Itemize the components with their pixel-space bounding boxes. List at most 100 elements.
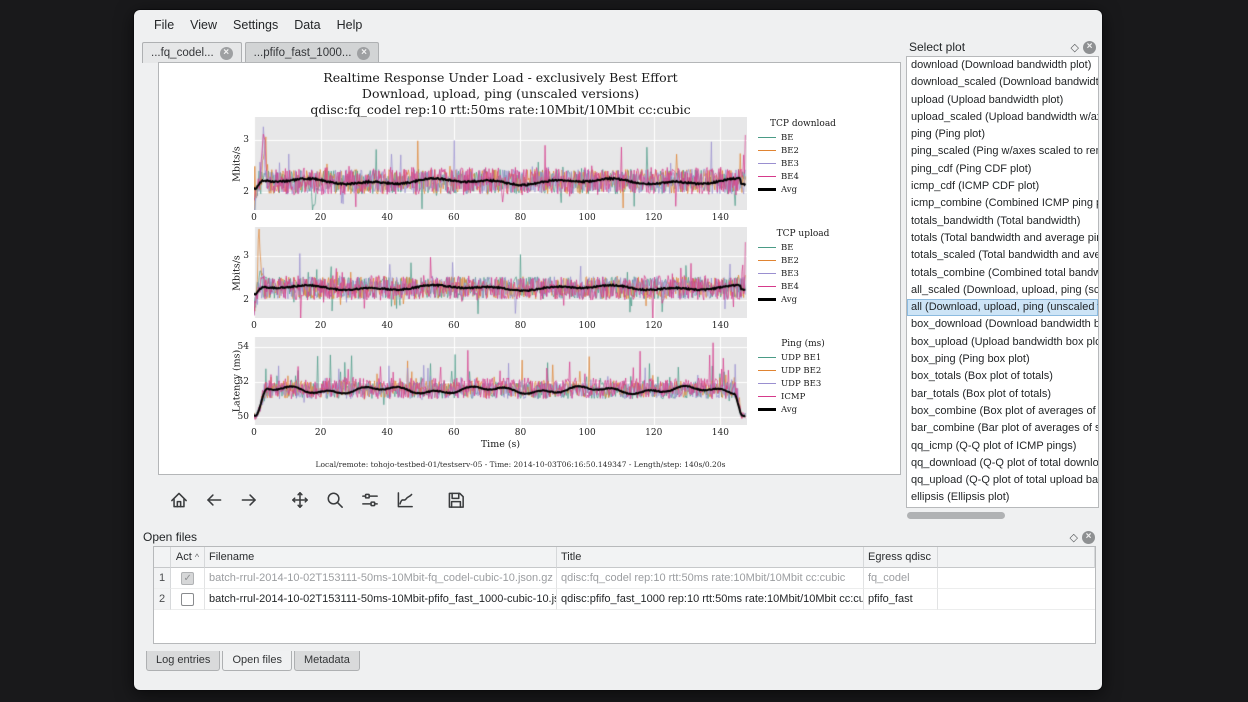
- zoom-icon: [324, 489, 346, 511]
- horizontal-scrollbar[interactable]: [906, 510, 1099, 521]
- legend-label: BE3: [781, 269, 799, 279]
- bottom-tab-strip: Log entriesOpen filesMetadata: [146, 651, 360, 671]
- title-cell[interactable]: qdisc:fq_codel rep:10 rtt:50ms rate:10Mb…: [557, 568, 864, 589]
- bottom-tab-open-files[interactable]: Open files: [222, 651, 292, 671]
- legend-label: BE: [781, 133, 793, 143]
- legend-line-sample: [758, 163, 776, 165]
- dock-close-icon[interactable]: ×: [1083, 41, 1096, 54]
- legend-line-sample: [758, 396, 776, 398]
- subplot-canvas-tcp-download[interactable]: [254, 117, 747, 210]
- plot-tab[interactable]: ...pfifo_fast_1000...×: [245, 42, 380, 63]
- legend-line-sample: [758, 357, 776, 359]
- save-button[interactable]: [441, 485, 471, 515]
- plot-list-item[interactable]: ping (Ping plot): [907, 126, 1098, 143]
- subplot-canvas-ping-ms-[interactable]: [254, 337, 747, 425]
- plot-list-item[interactable]: bar_combine (Bar plot of averages of sev…: [907, 420, 1098, 437]
- bottom-tab-log-entries[interactable]: Log entries: [146, 651, 220, 671]
- plot-list-item[interactable]: download_scaled (Download bandwidth w/ax…: [907, 74, 1098, 91]
- plot-list-item[interactable]: bar_totals (Box plot of totals): [907, 386, 1098, 403]
- legend-line-sample: [758, 286, 776, 288]
- plot-list-item[interactable]: icmp_combine (Combined ICMP ping plot): [907, 195, 1098, 212]
- menu-view[interactable]: View: [182, 14, 225, 36]
- plot-tab-bar: ...fq_codel...×...pfifo_fast_1000...×: [142, 41, 379, 63]
- legend-line-sample: [758, 260, 776, 262]
- column-header-filename[interactable]: Filename: [205, 547, 557, 568]
- legend-line-sample: [758, 176, 776, 178]
- plot-list-item[interactable]: all_scaled (Download, upload, ping (scal…: [907, 282, 1098, 299]
- plot-list-item[interactable]: icmp_cdf (ICMP CDF plot): [907, 178, 1098, 195]
- egress-qdisc-cell[interactable]: fq_codel: [864, 568, 938, 589]
- legend-label: BE4: [781, 172, 799, 182]
- menu-help[interactable]: Help: [329, 14, 371, 36]
- menu-data[interactable]: Data: [286, 14, 328, 36]
- tab-close-icon[interactable]: ×: [357, 47, 370, 60]
- plot-tab[interactable]: ...fq_codel...×: [142, 42, 242, 63]
- plot-list-item[interactable]: all (Download, upload, ping (unscaled ve…: [907, 299, 1098, 316]
- plot-list-item[interactable]: box_download (Download bandwidth box plo…: [907, 316, 1098, 333]
- plot-canvas-area[interactable]: Realtime Response Under Load - exclusive…: [158, 62, 901, 475]
- x-tick-label: 120: [643, 321, 665, 331]
- figure-subtitle: Download, upload, ping (unscaled version…: [254, 86, 747, 101]
- menu-file[interactable]: File: [146, 14, 182, 36]
- file-row[interactable]: 2batch-rrul-2014-10-02T153111-50ms-10Mbi…: [154, 589, 1095, 610]
- tab-close-icon[interactable]: ×: [220, 47, 233, 60]
- menu-settings[interactable]: Settings: [225, 14, 286, 36]
- scrollbar-thumb[interactable]: [907, 512, 1005, 519]
- plot-list-item[interactable]: download (Download bandwidth plot): [907, 57, 1098, 74]
- plot-list-item[interactable]: ping_scaled (Ping w/axes scaled to remot…: [907, 143, 1098, 160]
- x-tick-label: 140: [709, 213, 731, 223]
- open-files-dock: Open files ◇ × Act^FilenameTitleEgress q…: [140, 528, 1098, 649]
- plot-list-item[interactable]: totals (Total bandwidth and average ping…: [907, 230, 1098, 247]
- filename-cell[interactable]: batch-rrul-2014-10-02T153111-50ms-10Mbit…: [205, 589, 557, 610]
- zoom-button[interactable]: [320, 485, 350, 515]
- home-button[interactable]: [164, 485, 194, 515]
- legend-line-sample: [758, 383, 776, 385]
- back-button[interactable]: [199, 485, 229, 515]
- plot-list-item[interactable]: totals_combine (Combined total bandwidth…: [907, 265, 1098, 282]
- x-tick-label: 0: [243, 321, 265, 331]
- y-axis-label: Mbits/s: [232, 146, 243, 182]
- plot-list-item[interactable]: ping_cdf (Ping CDF plot): [907, 161, 1098, 178]
- file-active-checkbox[interactable]: [181, 593, 194, 606]
- x-tick-label: 40: [376, 428, 398, 438]
- dock-close-icon[interactable]: ×: [1082, 531, 1095, 544]
- plot-list-item[interactable]: box_totals (Box plot of totals): [907, 368, 1098, 385]
- subplots-button[interactable]: [355, 485, 385, 515]
- title-cell[interactable]: qdisc:pfifo_fast_1000 rep:10 rtt:50ms ra…: [557, 589, 864, 610]
- column-header-rownum[interactable]: [154, 547, 171, 568]
- axes-button[interactable]: [390, 485, 420, 515]
- plot-list-item[interactable]: totals_scaled (Total bandwidth and avera…: [907, 247, 1098, 264]
- column-header-egress-qdisc[interactable]: Egress qdisc: [864, 547, 938, 568]
- plot-list-item[interactable]: ellipsis (Ellipsis plot): [907, 489, 1098, 506]
- egress-qdisc-cell[interactable]: pfifo_fast: [864, 589, 938, 610]
- plot-list-item[interactable]: qq_download (Q-Q plot of total download …: [907, 455, 1098, 472]
- plot-list-item[interactable]: box_combine (Box plot of averages of sev…: [907, 403, 1098, 420]
- pan-button[interactable]: [285, 485, 315, 515]
- legend-entry: Avg: [758, 183, 848, 196]
- save-icon: [445, 489, 467, 511]
- plot-list-item[interactable]: qq_icmp (Q-Q plot of ICMP pings): [907, 438, 1098, 455]
- bottom-tab-metadata[interactable]: Metadata: [294, 651, 360, 671]
- plot-list-item[interactable]: qq_upload (Q-Q plot of total upload band…: [907, 472, 1098, 489]
- plot-list-item[interactable]: totals_bandwidth (Total bandwidth): [907, 213, 1098, 230]
- x-tick-label: 140: [709, 428, 731, 438]
- column-header-title[interactable]: Title: [557, 547, 864, 568]
- plot-list-item[interactable]: upload_scaled (Upload bandwidth w/axes s…: [907, 109, 1098, 126]
- subplot-canvas-tcp-upload[interactable]: [254, 227, 747, 318]
- plot-list-item[interactable]: box_ping (Ping box plot): [907, 351, 1098, 368]
- y-tick-label: 3: [217, 251, 249, 261]
- dock-float-icon[interactable]: ◇: [1071, 41, 1079, 54]
- open-files-table: Act^FilenameTitleEgress qdisc1batch-rrul…: [153, 546, 1096, 644]
- figure-title: Realtime Response Under Load - exclusive…: [254, 70, 747, 85]
- forward-button[interactable]: [234, 485, 264, 515]
- legend-line-sample: [758, 273, 776, 275]
- filename-cell[interactable]: batch-rrul-2014-10-02T153111-50ms-10Mbit…: [205, 568, 557, 589]
- plot-list-item[interactable]: upload (Upload bandwidth plot): [907, 92, 1098, 109]
- column-header-act[interactable]: Act^: [171, 547, 205, 568]
- dock-float-icon[interactable]: ◇: [1070, 531, 1078, 544]
- file-row[interactable]: 1batch-rrul-2014-10-02T153111-50ms-10Mbi…: [154, 568, 1095, 589]
- x-tick-label: 20: [310, 321, 332, 331]
- legend: TCP downloadBEBE2BE3BE4Avg: [758, 119, 848, 196]
- x-tick-label: 20: [310, 213, 332, 223]
- plot-list-item[interactable]: box_upload (Upload bandwidth box plot): [907, 334, 1098, 351]
